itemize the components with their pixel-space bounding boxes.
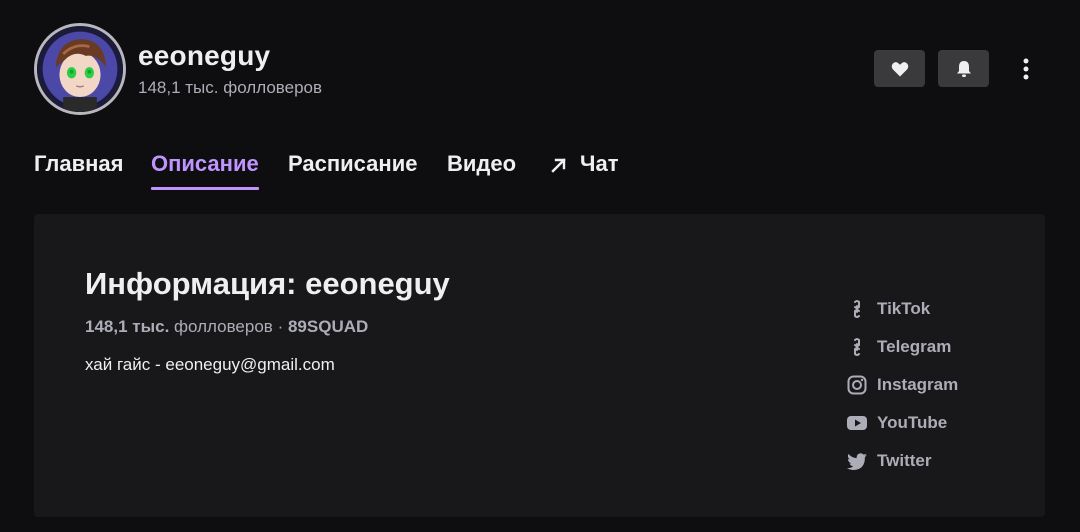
tab-about[interactable]: Описание [151,146,259,192]
youtube-icon [846,412,868,434]
social-link-telegram[interactable]: Telegram [846,328,1026,366]
bell-icon [956,60,971,77]
link-icon [846,298,868,320]
social-link-label: YouTube [877,413,948,432]
social-link-label: Instagram [877,375,959,394]
social-link-label: TikTok [877,299,931,318]
avatar-image [37,26,123,112]
social-link-instagram[interactable]: Instagram [846,366,1026,404]
channel-header: eeoneguy 148,1 тыс. фолловеров [0,0,1080,120]
follower-count: 148,1 тыс. фолловеров [138,78,323,97]
follow-button[interactable] [874,50,925,87]
about-title: Информация: eeoneguy [85,266,450,301]
team-link[interactable]: 89SQUAD [288,317,368,336]
meta-separator: · [277,317,284,336]
social-links: TikTok Telegram Instagram YouTube Twitte… [846,290,1026,480]
social-link-youtube[interactable]: YouTube [846,404,1026,442]
heart-icon [891,61,908,76]
about-followers-count: 148,1 тыс. [85,317,170,336]
social-link-label: Twitter [877,451,932,470]
external-arrow-icon [551,158,566,173]
social-link-label: Telegram [877,337,952,356]
avatar[interactable] [34,23,126,115]
social-link-twitter[interactable]: Twitter [846,442,1026,480]
social-link-tiktok[interactable]: TikTok [846,290,1026,328]
about-meta: 148,1 тыс. фолловеров · 89SQUAD [85,317,368,337]
tab-chat-label: Чат [580,151,619,176]
tab-chat[interactable]: Чат [550,146,618,192]
link-icon [846,336,868,358]
instagram-icon [846,374,868,396]
notifications-button[interactable] [938,50,989,87]
about-description: хай гайс - eeoneguy@gmail.com [85,355,335,374]
tab-videos[interactable]: Видео [447,146,516,192]
more-options-button[interactable] [1012,52,1040,86]
twitter-icon [846,450,868,472]
about-panel: Информация: eeoneguy 148,1 тыс. фолловер… [34,214,1045,517]
channel-name[interactable]: eeoneguy [138,40,270,72]
more-vertical-icon [1023,58,1029,80]
about-followers-label: фолловеров [174,317,273,336]
tab-schedule[interactable]: Расписание [288,146,417,192]
tab-home[interactable]: Главная [34,146,123,192]
